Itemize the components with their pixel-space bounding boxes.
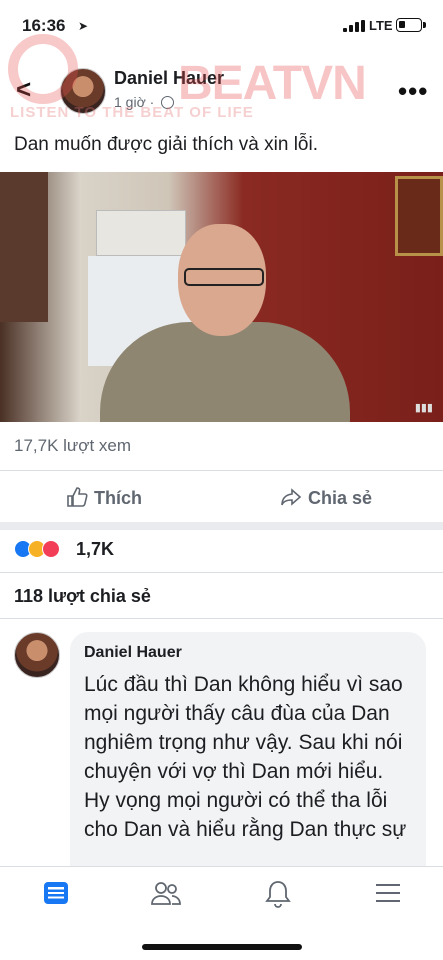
divider bbox=[0, 470, 443, 471]
news-feed-icon[interactable] bbox=[42, 879, 70, 907]
share-button[interactable]: Chia sẻ bbox=[280, 486, 372, 509]
home-indicator[interactable] bbox=[142, 944, 302, 950]
video-person-glasses bbox=[184, 268, 264, 286]
comment-bubble[interactable]: Daniel Hauer Lúc đầu thì Dan không hiểu … bbox=[70, 632, 426, 882]
view-count: 17,7K lượt xem bbox=[14, 436, 132, 455]
network-label: LTE bbox=[369, 18, 393, 33]
divider bbox=[0, 618, 443, 619]
divider bbox=[0, 572, 443, 573]
thumbs-up-icon bbox=[67, 487, 88, 507]
comment-text: Lúc đầu thì Dan không hiểu vì sao mọi ng… bbox=[84, 673, 407, 841]
watermark-logo-icon bbox=[8, 34, 78, 104]
video-scene-painting bbox=[395, 176, 443, 256]
watermark-brand: BEATVN bbox=[178, 57, 367, 110]
comment-avatar[interactable] bbox=[14, 632, 60, 678]
like-button[interactable]: Thích bbox=[66, 486, 142, 509]
like-label: Thích bbox=[94, 488, 142, 508]
share-arrow-icon bbox=[281, 488, 302, 506]
location-arrow-icon: ➤ bbox=[78, 19, 89, 33]
video-sound-icon[interactable]: ▮▮▮ bbox=[415, 401, 433, 414]
love-reaction-icon bbox=[42, 540, 60, 558]
status-time: 16:36 bbox=[22, 16, 66, 35]
menu-icon[interactable] bbox=[374, 879, 402, 907]
battery-icon bbox=[396, 18, 426, 32]
section-divider bbox=[0, 522, 443, 530]
comment-author[interactable]: Daniel Hauer bbox=[84, 644, 182, 662]
share-label: Chia sẻ bbox=[308, 488, 373, 508]
video-scene-cabinet bbox=[0, 172, 48, 322]
share-count[interactable]: 118 lượt chia sẻ bbox=[14, 586, 151, 607]
video-scene-microwave bbox=[96, 210, 186, 256]
watermark-tagline: LISTEN TO THE BEAT OF LIFE bbox=[10, 104, 254, 121]
post-video[interactable]: ▮▮▮ bbox=[0, 172, 443, 422]
post-caption: Dan muốn được giải thích và xin lỗi. bbox=[14, 134, 318, 155]
status-bar: 16:36 ➤ LTE bbox=[0, 0, 443, 48]
bell-icon[interactable] bbox=[264, 879, 292, 909]
signal-icon bbox=[343, 20, 365, 32]
friends-icon[interactable] bbox=[150, 879, 182, 907]
more-options-icon[interactable]: ••• bbox=[398, 76, 428, 107]
reaction-count: 1,7K bbox=[76, 539, 115, 559]
